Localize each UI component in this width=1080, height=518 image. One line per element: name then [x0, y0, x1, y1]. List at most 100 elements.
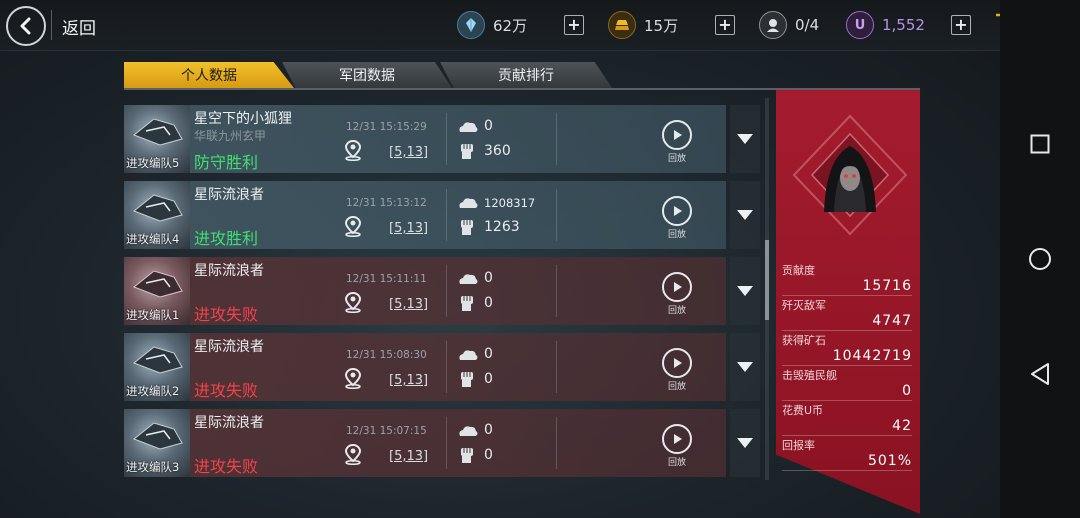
summary-value: 0 — [902, 383, 912, 399]
replay-button[interactable] — [662, 348, 692, 378]
divider — [556, 417, 557, 469]
divider — [446, 341, 447, 393]
divider — [556, 341, 557, 393]
tab-contribution-ranking[interactable]: 贡献排行 — [440, 62, 612, 88]
fist-icon — [457, 217, 477, 241]
expand-button[interactable] — [730, 105, 760, 173]
gold-bar-icon — [608, 11, 636, 39]
summary-label: 花费U币 — [782, 404, 824, 417]
add-gold-button[interactable]: + — [715, 15, 735, 35]
replay-label[interactable]: 回放 — [668, 379, 686, 392]
squad-label: 进攻编队5 — [126, 156, 180, 170]
player-name: 星空下的小狐狸 — [194, 111, 292, 127]
squad-thumbnail: 进攻编队5 — [124, 105, 190, 173]
divider — [556, 265, 557, 317]
replay-label[interactable]: 回放 — [668, 303, 686, 316]
battle-time: 12/31 15:07:15 — [346, 425, 427, 437]
units-value: 0/4 — [795, 16, 820, 34]
battle-record[interactable]: 进攻编队1 星际流浪者 进攻失败 12/31 15:11:11 [5,13] 0… — [124, 257, 726, 325]
expand-button[interactable] — [730, 257, 760, 325]
battle-record[interactable]: 进攻编队2 星际流浪者 进攻失败 12/31 15:08:30 [5,13] 0… — [124, 333, 726, 401]
expand-button[interactable] — [730, 181, 760, 249]
scrollbar-thumb[interactable] — [765, 240, 769, 320]
summary-value: 10442719 — [832, 348, 912, 364]
add-ucoin-button[interactable]: + — [951, 15, 971, 35]
play-icon — [674, 282, 682, 292]
player-name: 星际流浪者 — [194, 339, 264, 355]
triangle-down-icon — [737, 362, 753, 372]
top-bar: 返回 62万 + 15万 + 0/4 U 1,552 + — [0, 0, 1000, 51]
summary-contribution: 贡献度 15716 — [782, 262, 912, 296]
squad-thumbnail: 进攻编队1 — [124, 257, 190, 325]
expand-button[interactable] — [730, 409, 760, 477]
tab-underline — [124, 88, 920, 90]
triangle-down-icon — [737, 286, 753, 296]
coordinate-link[interactable]: [5,13] — [389, 145, 428, 160]
battle-record[interactable]: 进攻编队4 星际流浪者 进攻胜利 12/31 15:13:12 [5,13] 1… — [124, 181, 726, 249]
back-arrow-icon — [20, 17, 31, 35]
stat-value-2: 1263 — [484, 219, 520, 235]
divider — [556, 113, 557, 165]
replay-label[interactable]: 回放 — [668, 151, 686, 164]
replay-button[interactable] — [662, 196, 692, 226]
play-icon — [674, 130, 682, 140]
stat-value-1: 0 — [484, 346, 493, 362]
triangle-back-icon — [1031, 363, 1049, 385]
coordinate-link[interactable]: [5,13] — [389, 297, 428, 312]
location-pin-icon — [343, 291, 363, 317]
location-pin-icon — [343, 443, 363, 469]
summary-label: 回报率 — [782, 439, 815, 452]
play-icon — [674, 434, 682, 444]
system-back-button[interactable] — [1020, 354, 1060, 394]
coordinate-link[interactable]: [5,13] — [389, 373, 428, 388]
recents-button[interactable] — [1020, 124, 1060, 164]
replay-button[interactable] — [662, 272, 692, 302]
battle-time: 12/31 15:13:12 — [346, 197, 427, 209]
summary-ore: 获得矿石 10442719 — [782, 332, 912, 366]
summary-value: 501% — [867, 453, 912, 469]
tab-legion-data[interactable]: 军团数据 — [282, 62, 452, 88]
battle-record[interactable]: 进攻编队3 星际流浪者 进攻失败 12/31 15:07:15 [5,13] 0… — [124, 409, 726, 477]
ucoin-resource: U 1,552 — [846, 11, 925, 39]
squad-label: 进攻编队1 — [126, 308, 180, 322]
summary-return-rate: 回报率 501% — [782, 437, 912, 471]
add-crystal-button[interactable]: + — [564, 15, 584, 35]
system-nav-bar — [1000, 0, 1080, 518]
back-button[interactable] — [6, 6, 46, 46]
expand-button[interactable] — [730, 333, 760, 401]
summary-kills: 歼灭敌军 4747 — [782, 297, 912, 331]
battle-record[interactable]: 进攻编队5 星空下的小狐狸 华联九州玄甲 防守胜利 12/31 15:15:29… — [124, 105, 726, 173]
back-label[interactable]: 返回 — [62, 14, 96, 39]
summary-colony-ships: 击毁殖民舰 0 — [782, 367, 912, 401]
home-button[interactable] — [1020, 239, 1060, 279]
battle-time: 12/31 15:15:29 — [346, 121, 427, 133]
cloud-icon — [457, 423, 479, 442]
replay-button[interactable] — [662, 120, 692, 150]
battle-result: 进攻失败 — [194, 381, 259, 400]
location-pin-icon — [343, 139, 363, 165]
replay-button[interactable] — [662, 424, 692, 454]
ucoin-icon: U — [846, 11, 874, 39]
cloud-icon — [457, 271, 479, 290]
player-guild: 华联九州玄甲 — [194, 129, 267, 143]
divider — [556, 189, 557, 241]
shop-cart-button[interactable]: ! — [993, 9, 1000, 45]
triangle-down-icon — [737, 210, 753, 220]
squad-label: 进攻编队2 — [126, 384, 180, 398]
summary-label: 击毁殖民舰 — [782, 369, 837, 382]
stat-value-2: 360 — [484, 143, 511, 159]
replay-label[interactable]: 回放 — [668, 455, 686, 468]
fist-icon — [457, 369, 477, 393]
coordinate-link[interactable]: [5,13] — [389, 221, 428, 236]
coordinate-link[interactable]: [5,13] — [389, 449, 428, 464]
replay-label[interactable]: 回放 — [668, 227, 686, 240]
summary-value: 42 — [892, 418, 912, 434]
crystal-value: 62万 — [493, 16, 528, 35]
tab-personal-data[interactable]: 个人数据 — [124, 62, 294, 88]
player-avatar — [790, 112, 910, 238]
cloud-icon — [457, 119, 479, 138]
summary-label: 获得矿石 — [782, 334, 826, 347]
play-icon — [674, 358, 682, 368]
summary-value: 15716 — [862, 278, 912, 294]
squad-label: 进攻编队4 — [126, 232, 180, 246]
